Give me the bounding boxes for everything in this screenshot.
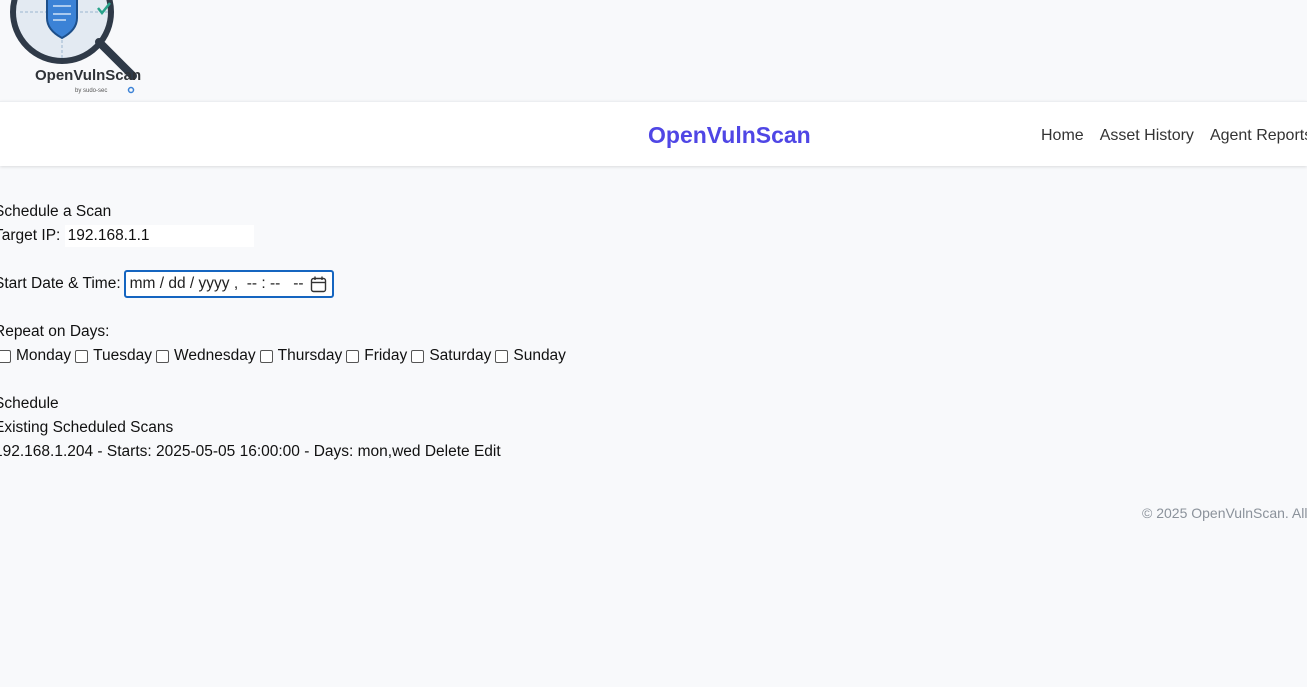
brand-title[interactable]: OpenVulnScan — [648, 122, 811, 149]
day-friday[interactable]: Friday — [342, 344, 407, 368]
scheduled-scan-item: 192.168.1.204 - Starts: 2025-05-05 16:00… — [0, 440, 566, 464]
checkbox-wednesday[interactable] — [156, 349, 170, 363]
calendar-icon[interactable] — [310, 276, 327, 293]
nav-links: Home Asset History Agent Reports — [1041, 127, 1307, 145]
checkbox-saturday[interactable] — [411, 349, 425, 363]
day-label-thursday: Thursday — [277, 347, 343, 364]
start-datetime-placeholder: mm / dd / yyyy , -- : -- -- — [129, 275, 304, 292]
checkbox-monday[interactable] — [0, 349, 11, 363]
schedule-button[interactable]: Schedule — [0, 392, 59, 416]
shield-magnifier-logo-icon — [10, 0, 137, 94]
start-datetime-input[interactable]: mm / dd / yyyy , -- : -- -- — [123, 270, 334, 298]
target-ip-label: Target IP: — [0, 227, 61, 244]
top-navbar: OpenVulnScan Home Asset History Agent Re… — [0, 101, 1307, 166]
day-label-sunday: Sunday — [513, 347, 566, 364]
checkbox-tuesday[interactable] — [75, 349, 89, 363]
nav-link-home[interactable]: Home — [1041, 127, 1084, 145]
target-ip-input[interactable] — [64, 225, 254, 247]
checkbox-sunday[interactable] — [495, 349, 509, 363]
nav-link-asset-history[interactable]: Asset History — [1100, 127, 1194, 145]
existing-scans-heading: Existing Scheduled Scans — [0, 419, 174, 436]
day-thursday[interactable]: Thursday — [256, 344, 343, 368]
day-tuesday[interactable]: Tuesday — [71, 344, 152, 368]
logo: OpenVulnScan by sudo-sec — [0, 0, 160, 100]
repeat-days-label: Repeat on Days: — [0, 323, 110, 340]
logo-text: OpenVulnScan — [35, 67, 142, 84]
schedule-form: Schedule a Scan Target IP: Start Date & … — [0, 200, 566, 464]
start-datetime-label: Start Date & Time: — [0, 275, 121, 292]
day-label-wednesday: Wednesday — [174, 347, 256, 364]
day-label-saturday: Saturday — [429, 347, 492, 364]
day-label-monday: Monday — [16, 347, 72, 364]
delete-button[interactable]: Delete — [425, 440, 470, 464]
scheduled-scan-text: 192.168.1.204 - Starts: 2025-05-05 16:00… — [0, 443, 421, 460]
day-label-friday: Friday — [364, 347, 408, 364]
checkbox-thursday[interactable] — [259, 349, 273, 363]
day-wednesday[interactable]: Wednesday — [152, 344, 256, 368]
days-checkbox-group: Monday Tuesday Wednesday Thursday Friday… — [0, 344, 566, 368]
footer-copyright: © 2025 OpenVulnScan. All — [1142, 505, 1307, 521]
day-sunday[interactable]: Sunday — [491, 344, 566, 368]
day-monday[interactable]: Monday — [0, 344, 71, 368]
edit-button[interactable]: Edit — [474, 440, 501, 464]
nav-link-agent-reports[interactable]: Agent Reports — [1210, 127, 1307, 145]
day-saturday[interactable]: Saturday — [407, 344, 491, 368]
form-heading: Schedule a Scan — [0, 203, 112, 220]
logo-subtext: by sudo-sec — [75, 88, 108, 94]
day-label-tuesday: Tuesday — [93, 347, 153, 364]
checkbox-friday[interactable] — [346, 349, 360, 363]
